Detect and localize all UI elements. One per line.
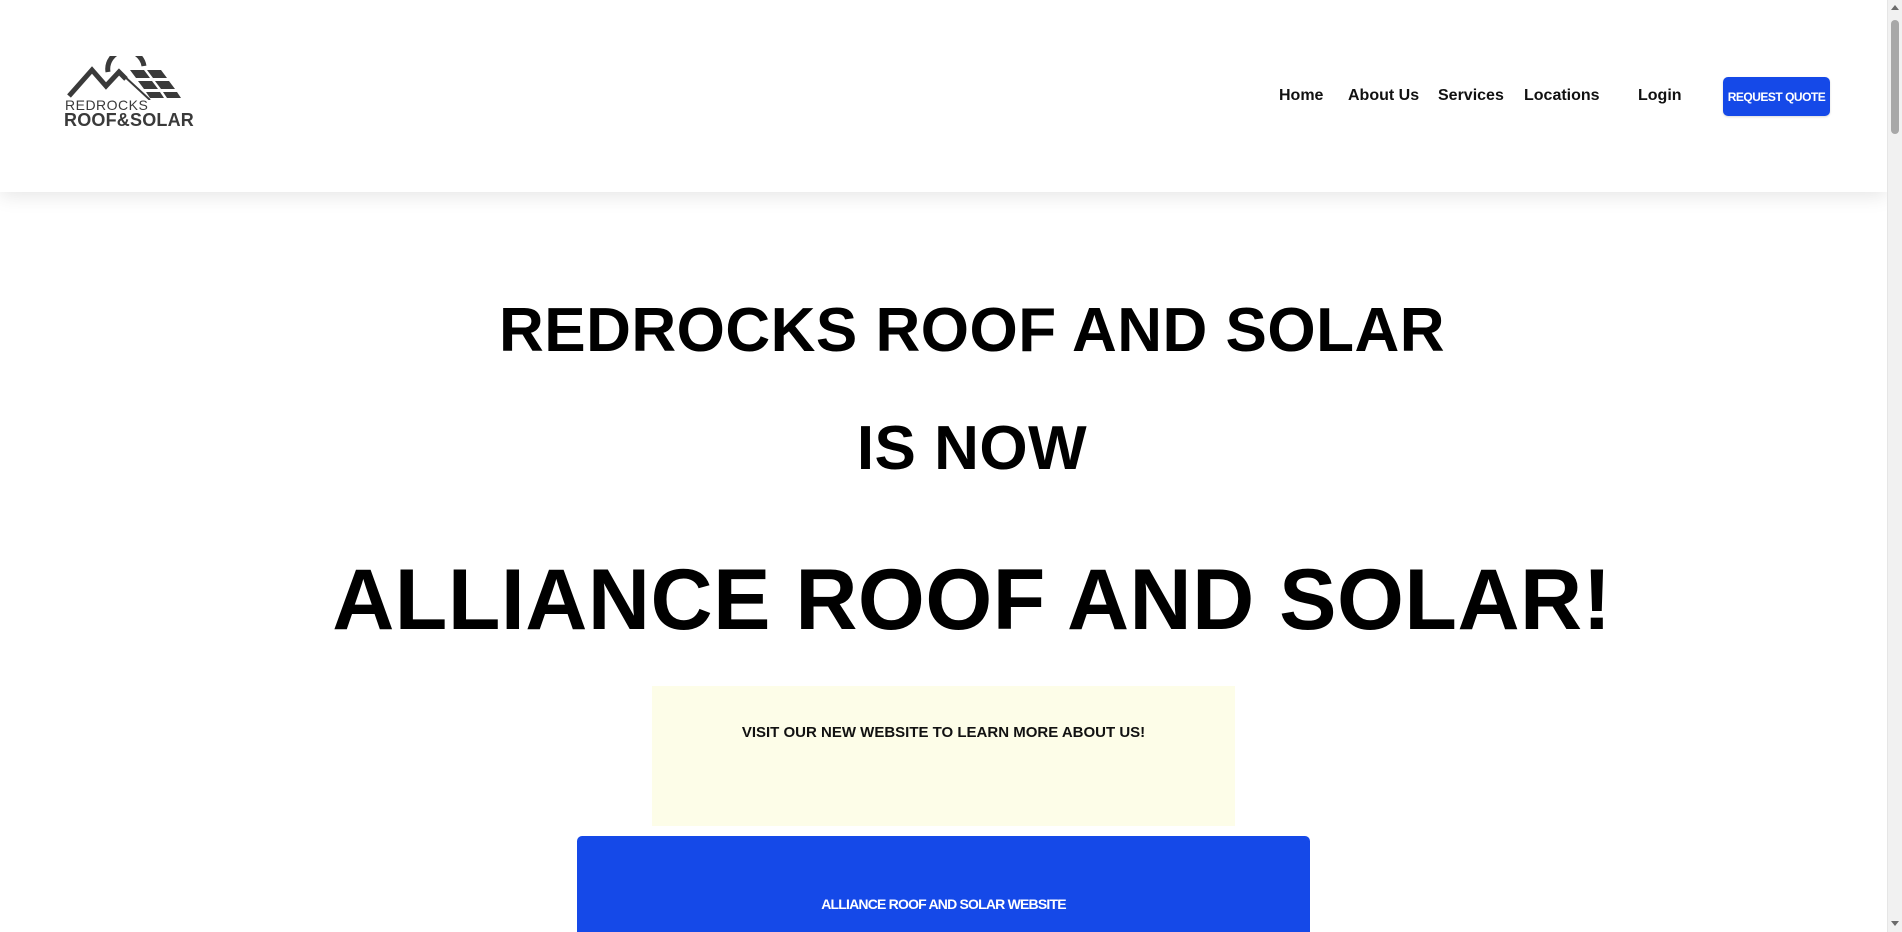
notice-text: VISIT OUR NEW WEBSITE TO LEARN MORE ABOU… [741, 724, 1146, 741]
scrollbar-thumb[interactable] [1891, 20, 1899, 134]
nav-services[interactable]: Services [1438, 86, 1504, 106]
site-header: REDROCKS ROOF&SOLAR Home About Us Servic… [0, 0, 1887, 192]
request-quote-button[interactable]: REQUEST QUOTE [1723, 77, 1830, 116]
alliance-website-button[interactable]: ALLIANCE ROOF AND SOLAR WEBSITE [577, 836, 1310, 932]
logo-wordmark-bottom: ROOF&SOLAR [64, 110, 194, 130]
vertical-scrollbar[interactable] [1887, 0, 1902, 932]
nav-home[interactable]: Home [1279, 86, 1323, 106]
site-logo[interactable]: REDROCKS ROOF&SOLAR [64, 56, 202, 130]
hero-heading-line-3: ALLIANCE ROOF AND SOLAR! [332, 552, 1612, 648]
hero-heading-line-2: IS NOW [856, 414, 1088, 483]
login-link[interactable]: Login [1638, 86, 1682, 106]
scroll-up-arrow-icon[interactable] [1891, 5, 1899, 10]
nav-about-us[interactable]: About Us [1348, 86, 1419, 106]
nav-locations[interactable]: Locations [1524, 86, 1600, 106]
page: REDROCKS ROOF&SOLAR Home About Us Servic… [0, 0, 1887, 932]
notice-box: VISIT OUR NEW WEBSITE TO LEARN MORE ABOU… [652, 686, 1235, 826]
roof-solar-logo-icon [67, 56, 181, 100]
alliance-website-button-label: ALLIANCE ROOF AND SOLAR WEBSITE [821, 896, 1066, 912]
hero-heading-line-1: REDROCKS ROOF AND SOLAR [498, 296, 1446, 365]
scroll-down-arrow-icon[interactable] [1891, 921, 1899, 926]
